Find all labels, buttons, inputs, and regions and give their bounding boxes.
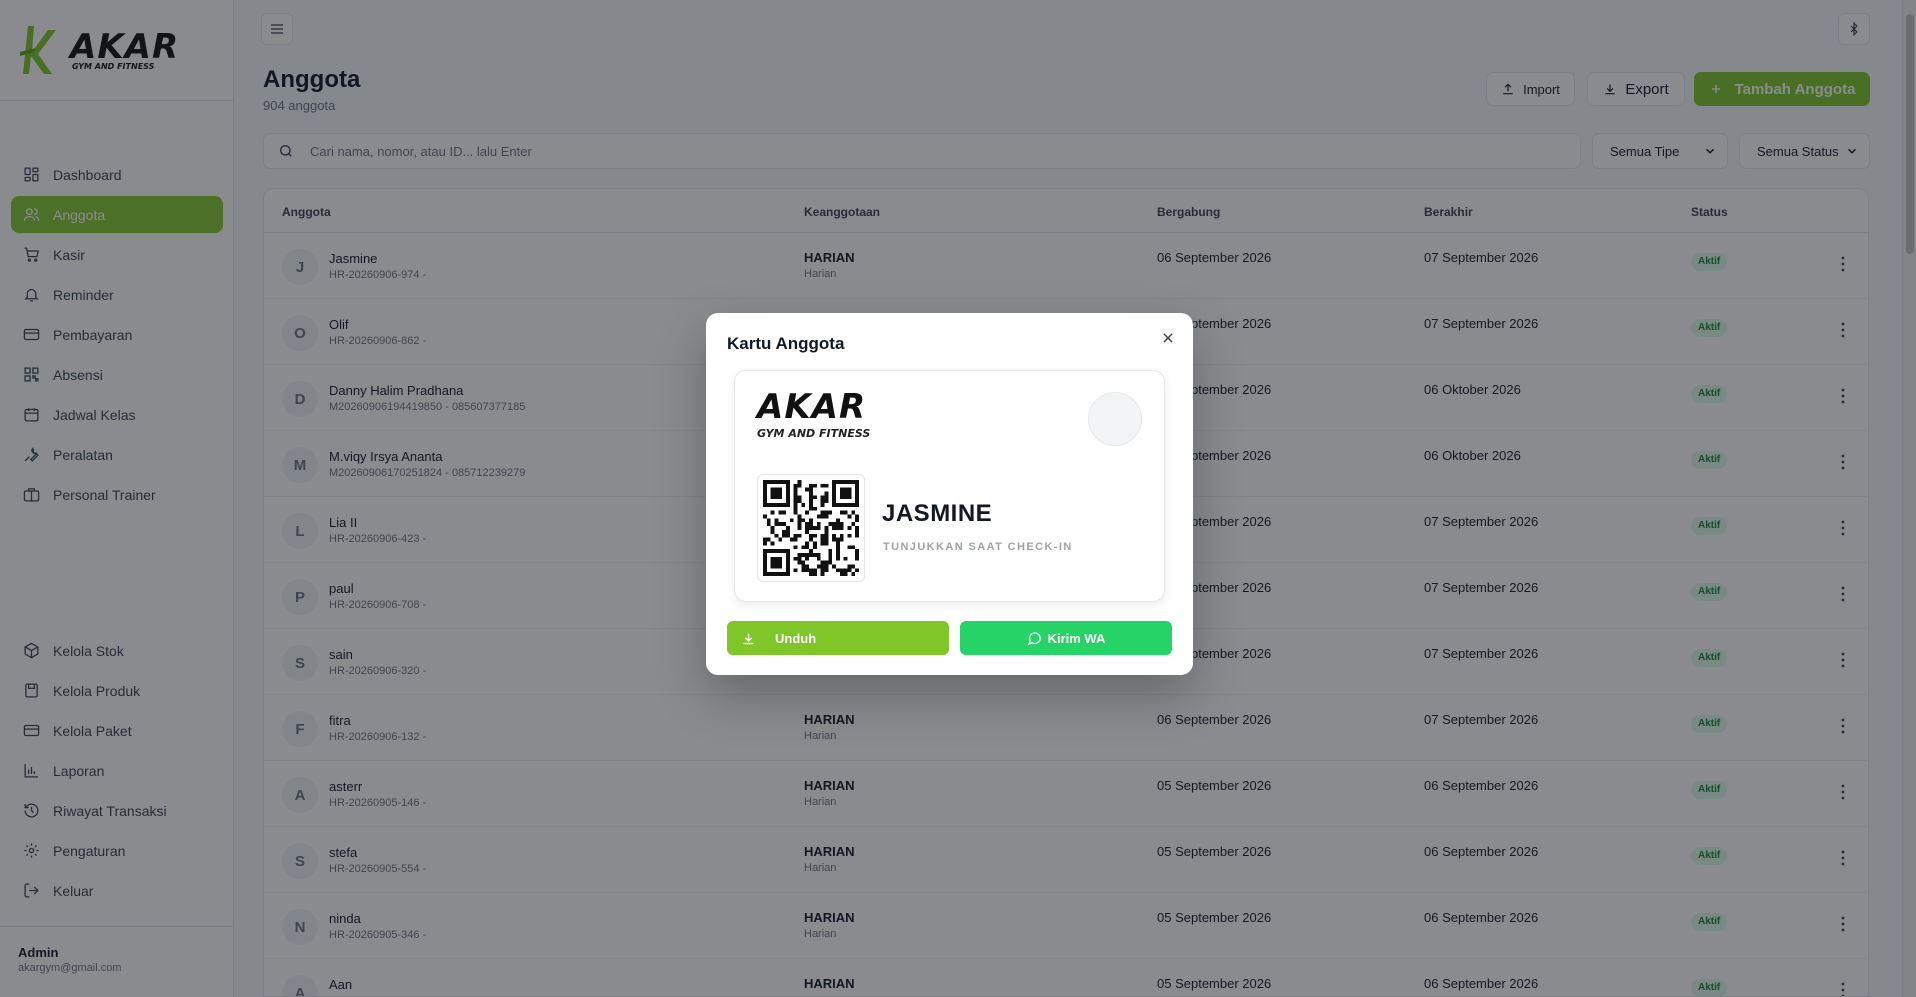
member-photo-placeholder (1088, 392, 1142, 446)
card-brand-tagline: GYM AND FITNESS (757, 427, 871, 440)
download-card-label: Unduh (775, 630, 817, 646)
member-card-modal: Kartu Anggota AKAR GYM AND FITNESS JASMI… (706, 313, 1193, 675)
download-card-button[interactable]: Unduh (727, 621, 949, 655)
qr-code-icon (763, 480, 859, 576)
download-icon (743, 633, 754, 644)
send-whatsapp-label: Kirim WA (1047, 630, 1106, 646)
card-brand-name: AKAR (757, 387, 867, 427)
close-icon (1163, 333, 1173, 343)
message-circle-icon (1027, 631, 1041, 645)
card-member-name: JASMINE (882, 500, 993, 527)
member-card: AKAR GYM AND FITNESS JASMINE TUNJUKKAN S… (734, 370, 1165, 602)
card-brand: AKAR GYM AND FITNESS (757, 389, 870, 440)
qr-code-frame (757, 474, 865, 582)
modal-title: Kartu Anggota (727, 334, 845, 353)
send-whatsapp-button[interactable]: Kirim WA (960, 621, 1172, 655)
close-button[interactable] (1157, 327, 1179, 349)
card-checkin-hint: TUNJUKKAN SAAT CHECK-IN (883, 541, 1073, 553)
